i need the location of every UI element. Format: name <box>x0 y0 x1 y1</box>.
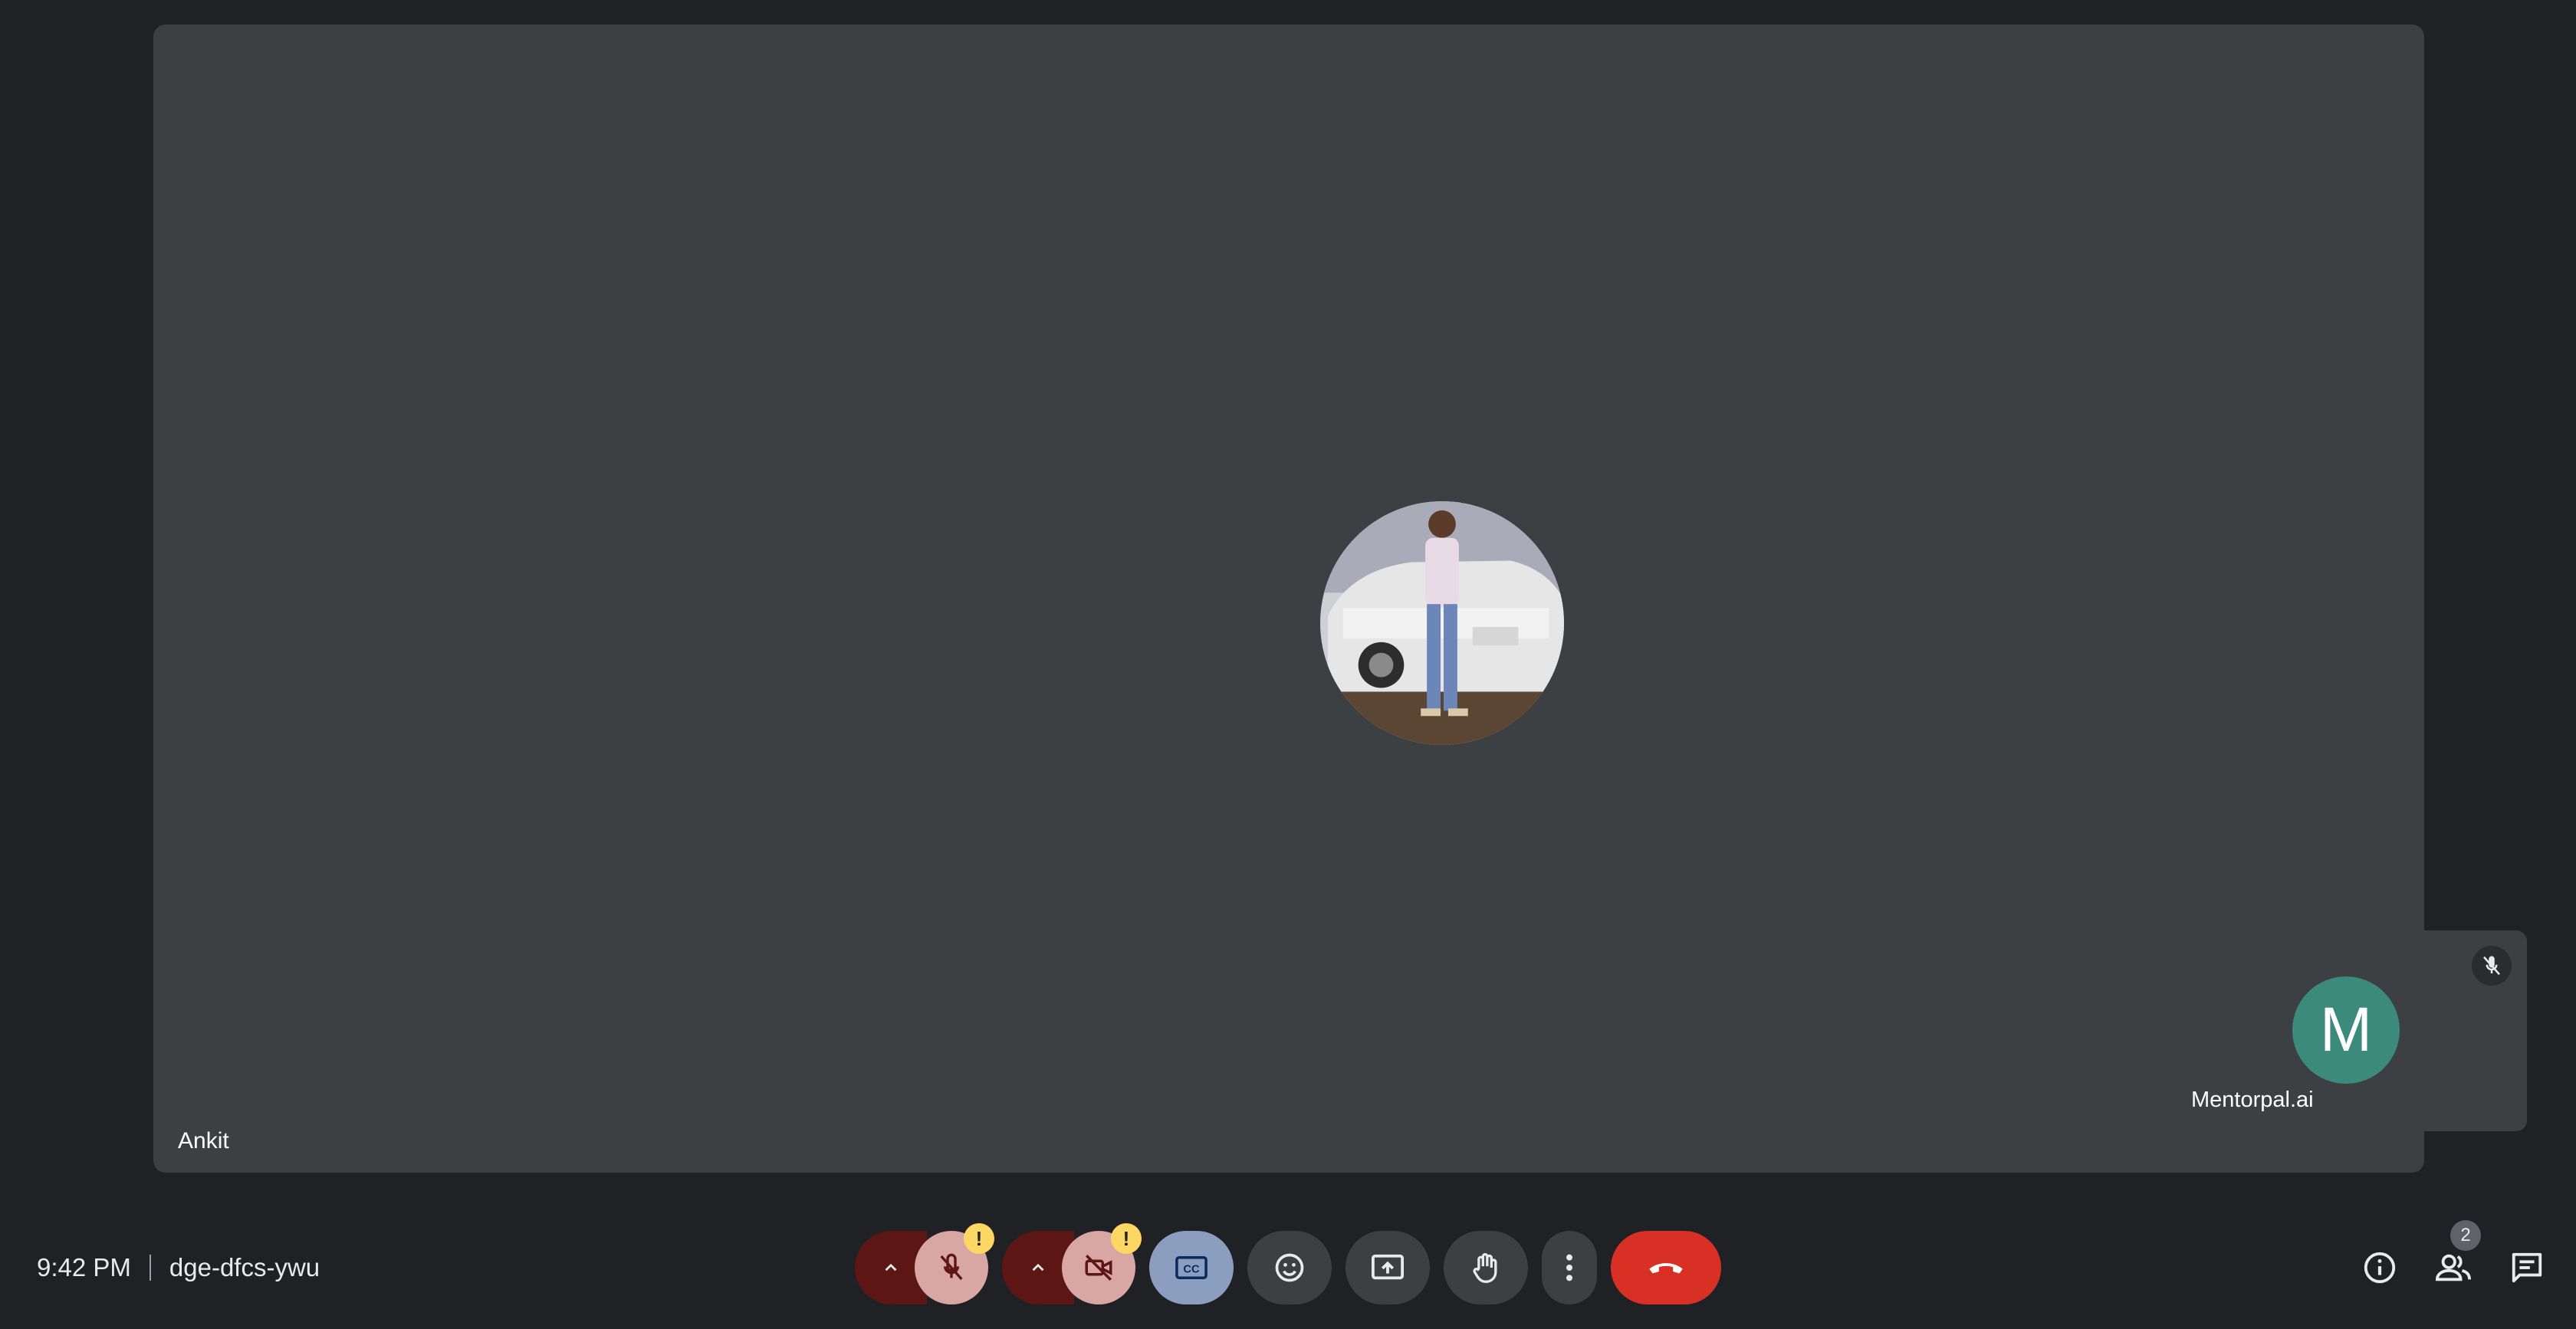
emoji-icon <box>1275 1253 1304 1282</box>
participants-count-badge: 2 <box>2450 1220 2481 1251</box>
participant-photo-avatar <box>1320 501 1564 745</box>
svg-text:CC: CC <box>1183 1264 1200 1276</box>
people-icon <box>2435 1254 2471 1281</box>
photo-illustration <box>1320 501 1564 745</box>
end-call-icon <box>1649 1263 1683 1274</box>
info-icon <box>2364 1252 2396 1284</box>
chevron-up-icon <box>1032 1263 1044 1272</box>
camera-warning-badge: ! <box>1111 1223 1142 1254</box>
clock-time: 9:42 PM <box>37 1253 131 1281</box>
main-participant-tile[interactable]: Ankit <box>153 25 2424 1173</box>
muted-indicator <box>2472 946 2512 986</box>
people-button[interactable]: 2 <box>2432 1220 2481 1289</box>
raise-hand-button[interactable] <box>1444 1231 1528 1304</box>
self-view-tile[interactable]: M Mentorpal.ai <box>2167 930 2527 1131</box>
mic-off-icon <box>2483 956 2500 976</box>
present-screen-icon <box>1372 1254 1404 1280</box>
reactions-button[interactable] <box>1247 1231 1332 1304</box>
mic-warning-badge: ! <box>964 1223 994 1254</box>
captions-icon: CC <box>1175 1256 1208 1279</box>
side-panel-buttons: 2 <box>2328 1220 2548 1289</box>
leave-call-button[interactable] <box>1611 1231 1721 1304</box>
camera-off-icon <box>1085 1255 1112 1281</box>
raise-hand-icon <box>1473 1253 1497 1283</box>
meeting-details-button[interactable] <box>2358 1246 2401 1289</box>
more-options-icon <box>1566 1254 1572 1281</box>
more-options-button[interactable] <box>1542 1231 1597 1304</box>
participant-name-label: Ankit <box>178 1128 229 1153</box>
camera-control-group: ! <box>1002 1223 1142 1304</box>
avatar-initial: M <box>2292 976 2400 1084</box>
self-name-label: Mentorpal.ai <box>2191 1088 2314 1112</box>
mic-off-icon <box>940 1253 963 1281</box>
captions-button[interactable]: CC <box>1149 1231 1234 1304</box>
mic-control-group: ! <box>855 1223 994 1304</box>
meeting-info-bar: 9:42 PM dge-dfcs-ywu <box>37 1249 320 1286</box>
present-screen-button[interactable] <box>1346 1231 1430 1304</box>
chat-icon <box>2512 1252 2542 1283</box>
meeting-code: dge-dfcs-ywu <box>169 1253 320 1281</box>
chevron-up-icon <box>885 1263 897 1272</box>
call-controls: ! ! CC <box>855 1223 1721 1304</box>
divider <box>149 1255 151 1281</box>
chat-button[interactable] <box>2505 1246 2548 1289</box>
